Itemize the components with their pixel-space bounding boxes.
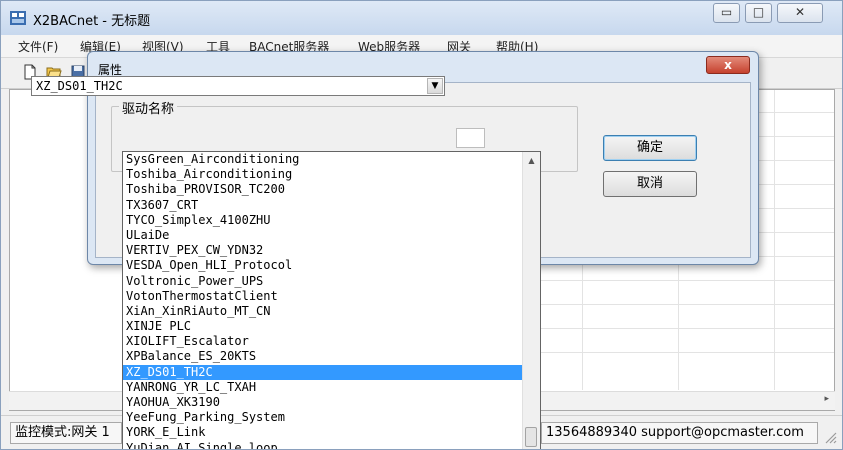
dropdown-item[interactable]: TX3607_CRT [123, 198, 522, 213]
maximize-button[interactable]: □ [745, 3, 772, 23]
title-bar[interactable]: X2BACnet - 无标题 ▭ □ ✕ [1, 1, 842, 35]
dropdown-item[interactable]: Toshiba_Airconditioning [123, 167, 522, 182]
dropdown-item[interactable]: XIOLIFT_Escalator [123, 334, 522, 349]
window-title: X2BACnet - 无标题 [33, 14, 151, 29]
dropdown-item[interactable]: XPBalance_ES_20KTS [123, 349, 522, 364]
scroll-up-icon[interactable]: ▲ [523, 152, 540, 169]
dialog-close-button[interactable]: x [706, 56, 750, 74]
dropdown-item[interactable]: VESDA_Open_HLI_Protocol [123, 258, 522, 273]
grid-line [774, 90, 775, 390]
scroll-thumb[interactable] [525, 427, 537, 447]
minimize-button[interactable]: ▭ [713, 3, 740, 23]
close-button[interactable]: ✕ [777, 3, 823, 23]
driver-name-value: XZ_DS01_TH2C [36, 79, 123, 93]
status-contact: 13564889340 support@opcmaster.com [541, 422, 818, 444]
dropdown-item[interactable]: Toshiba_PROVISOR_TC200 [123, 182, 522, 197]
ok-button[interactable]: 确定 [603, 135, 697, 161]
dropdown-item[interactable]: YAOHUA_XK3190 [123, 395, 522, 410]
dropdown-item[interactable]: ULaiDe [123, 228, 522, 243]
dropdown-scrollbar[interactable]: ▲ [522, 152, 540, 449]
chevron-down-icon[interactable]: ▼ [427, 78, 443, 94]
dropdown-item[interactable]: YANRONG_YR_LC_TXAH [123, 380, 522, 395]
driver-name-label: 驱动名称 [119, 98, 178, 117]
dropdown-items: SysGreen_Airconditioning Toshiba_Aircondi… [123, 152, 522, 449]
dropdown-item[interactable]: YORK_E_Link [123, 425, 522, 440]
menu-file[interactable]: 文件(F) [18, 38, 58, 55]
dropdown-item[interactable]: YuDian_AI_Single_loop [123, 441, 522, 449]
scroll-right-icon[interactable]: ▸ [824, 394, 829, 404]
dropdown-item[interactable]: SysGreen_Airconditioning [123, 152, 522, 167]
app-icon [10, 11, 26, 25]
dropdown-item[interactable]: YeeFung_Parking_System [123, 410, 522, 425]
dropdown-item[interactable]: VERTIV_PEX_CW_YDN32 [123, 243, 522, 258]
dropdown-item[interactable]: XiAn_XinRiAuto_MT_CN [123, 304, 522, 319]
dropdown-item[interactable]: Voltronic_Power_UPS [123, 274, 522, 289]
status-mode: 监控模式:网关 1 [10, 422, 122, 444]
main-window: X2BACnet - 无标题 ▭ □ ✕ 文件(F) 编辑(E) 视图(V) 工… [0, 0, 843, 450]
resize-grip-icon[interactable] [823, 430, 837, 444]
dialog-edit-field[interactable] [456, 128, 485, 148]
dropdown-item[interactable]: XINJE PLC [123, 319, 522, 334]
cancel-button[interactable]: 取消 [603, 171, 697, 197]
driver-name-combo[interactable]: XZ_DS01_TH2C ▼ [31, 76, 445, 96]
driver-dropdown-list[interactable]: SysGreen_Airconditioning Toshiba_Aircondi… [122, 151, 541, 449]
dropdown-item[interactable]: TYCO_Simplex_4100ZHU [123, 213, 522, 228]
dropdown-item[interactable]: XZ_DS01_TH2C [123, 364, 522, 380]
dropdown-item[interactable]: VotonThermostatClient [123, 289, 522, 304]
